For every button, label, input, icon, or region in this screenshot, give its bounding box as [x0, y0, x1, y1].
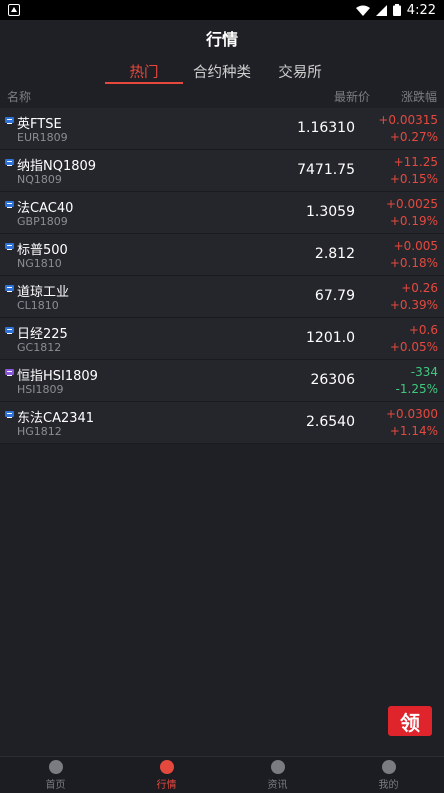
nav-market[interactable]: 行情	[111, 757, 222, 793]
quote-change-percent: +0.18%	[389, 256, 438, 270]
page-title: 行情	[205, 30, 238, 49]
nav-label: 我的	[378, 779, 399, 791]
tab-bar: 热门 合约种类 交易所	[0, 56, 444, 86]
quote-price: 1.3059	[306, 204, 355, 220]
status-time: 4:22	[406, 2, 436, 18]
quote-row[interactable]: 道琼工业 CL1810 67.79 +0.26 +0.39%	[0, 276, 444, 318]
column-name-label: 名称	[7, 89, 32, 104]
quote-change-percent: +1.14%	[389, 424, 438, 438]
quote-change: +0.0025	[385, 197, 438, 211]
quote-list: 英FTSE EUR1809 1.16310 +0.00315 +0.27% 纳指…	[0, 108, 444, 444]
market-badge-icon	[5, 159, 14, 166]
nav-label: 资讯	[267, 779, 288, 791]
quote-change-percent: +0.05%	[389, 340, 438, 354]
quote-code: NG1810	[17, 257, 62, 270]
quote-name: 纳指NQ1809	[17, 159, 97, 174]
quote-row[interactable]: 恒指HSI1809 HSI1809 26306 -334 -1.25%	[0, 360, 444, 402]
quote-price: 67.79	[314, 288, 355, 304]
market-badge-icon	[5, 117, 14, 124]
column-change-label: 涨跌幅	[400, 89, 437, 104]
app-notification-icon	[8, 4, 20, 16]
quote-code: GBP1809	[17, 215, 68, 228]
quote-price: 26306	[310, 372, 355, 388]
quote-code: NQ1809	[17, 173, 62, 186]
market-badge-icon	[5, 243, 14, 250]
quote-code: HG1812	[17, 425, 62, 438]
quote-name: 东法CA2341	[17, 411, 95, 426]
nav-label: 行情	[156, 779, 177, 791]
quote-name: 法CAC40	[17, 201, 74, 216]
quote-name: 英FTSE	[17, 117, 62, 132]
tab-exchanges[interactable]: 交易所	[261, 56, 339, 86]
quote-code: EUR1809	[17, 131, 68, 144]
quote-change: +0.005	[393, 239, 438, 253]
quote-name: 日经225	[17, 327, 68, 342]
nav-profile[interactable]: 我的	[333, 757, 444, 793]
column-header: 名称 最新价 涨跌幅	[0, 86, 444, 106]
tab-contract-types[interactable]: 合约种类	[183, 56, 261, 86]
quote-row[interactable]: 标普500 NG1810 2.812 +0.005 +0.18%	[0, 234, 444, 276]
signal-icon	[375, 4, 387, 16]
quote-price: 2.812	[314, 246, 355, 262]
quote-price: 1201.0	[306, 330, 355, 346]
quote-code: HSI1809	[17, 383, 64, 396]
market-badge-icon	[5, 201, 14, 208]
quote-row[interactable]: 法CAC40 GBP1809 1.3059 +0.0025 +0.19%	[0, 192, 444, 234]
quote-code: CL1810	[17, 299, 59, 312]
quote-change-percent: +0.19%	[389, 214, 438, 228]
claim-button[interactable]: 领	[388, 706, 432, 736]
quote-change: +0.00315	[378, 113, 438, 127]
quote-name: 道琼工业	[17, 285, 70, 300]
nav-home[interactable]: 首页	[0, 757, 111, 793]
bottom-nav: 首页 行情 资讯 我的	[0, 756, 444, 793]
quote-price: 2.6540	[306, 414, 355, 430]
chart-icon	[159, 759, 174, 774]
market-badge-icon	[5, 369, 14, 376]
quote-change: +0.6	[408, 323, 438, 337]
nav-label: 首页	[45, 779, 66, 791]
tab-hot[interactable]: 热门	[105, 56, 183, 86]
quote-name: 标普500	[17, 243, 68, 258]
user-icon	[381, 759, 396, 774]
quote-change: +11.25	[393, 155, 438, 169]
quote-row[interactable]: 日经225 GC1812 1201.0 +0.6 +0.05%	[0, 318, 444, 360]
quote-change-percent: -1.25%	[395, 382, 438, 396]
market-badge-icon	[5, 411, 14, 418]
quote-change: +0.26	[401, 281, 438, 295]
market-badge-icon	[5, 285, 14, 292]
quote-name: 恒指HSI1809	[17, 369, 98, 384]
quote-change-percent: +0.15%	[389, 172, 438, 186]
column-price-label: 最新价	[333, 89, 370, 104]
quote-change: -334	[410, 365, 438, 379]
quote-row[interactable]: 纳指NQ1809 NQ1809 7471.75 +11.25 +0.15%	[0, 150, 444, 192]
nav-news[interactable]: 资讯	[222, 757, 333, 793]
quote-price: 7471.75	[297, 162, 355, 178]
quote-change-percent: +0.27%	[389, 130, 438, 144]
wifi-icon	[355, 5, 370, 16]
market-badge-icon	[5, 327, 14, 334]
quote-change-percent: +0.39%	[389, 298, 438, 312]
status-bar: 4:22	[0, 0, 444, 20]
quote-price: 1.16310	[297, 120, 355, 136]
home-icon	[48, 759, 63, 774]
quote-change: +0.0300	[385, 407, 438, 421]
quote-row[interactable]: 东法CA2341 HG1812 2.6540 +0.0300 +1.14%	[0, 402, 444, 444]
quote-code: GC1812	[17, 341, 62, 354]
battery-icon	[392, 4, 401, 16]
quote-row[interactable]: 英FTSE EUR1809 1.16310 +0.00315 +0.27%	[0, 108, 444, 150]
news-icon	[270, 759, 285, 774]
